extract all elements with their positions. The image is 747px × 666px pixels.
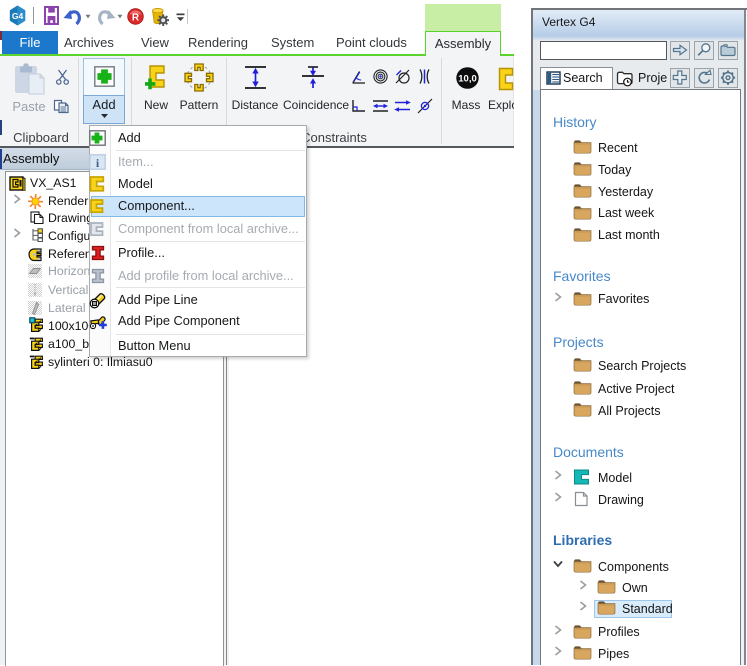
svg-text:G4: G4 (12, 11, 24, 21)
svg-text:R: R (132, 12, 140, 23)
svg-text:10,0: 10,0 (458, 73, 477, 84)
